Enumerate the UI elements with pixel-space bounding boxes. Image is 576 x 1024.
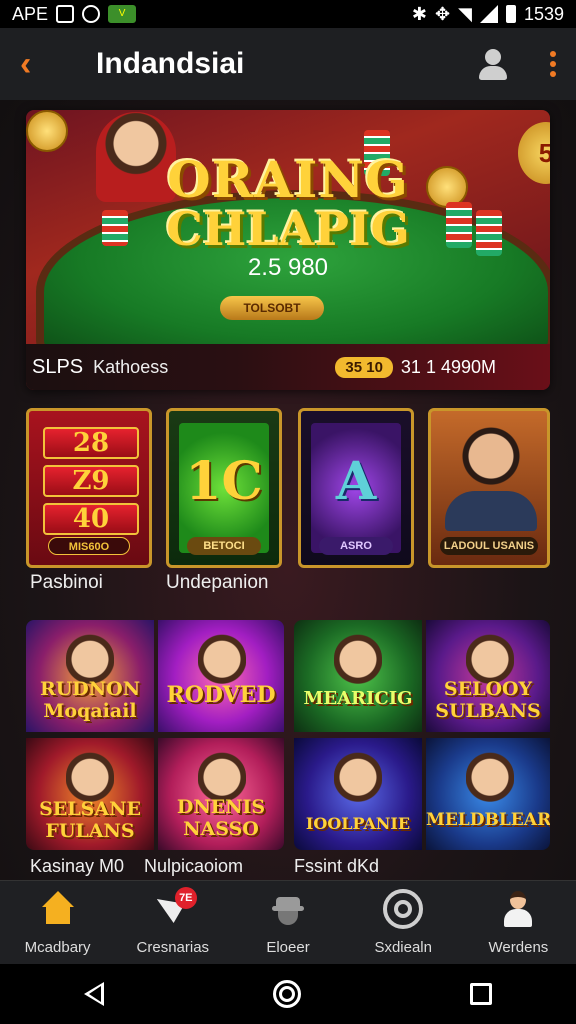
game-tile[interactable]: MELDBLEAR bbox=[426, 738, 550, 850]
carrier-label: APE bbox=[12, 3, 49, 24]
system-home-icon[interactable] bbox=[272, 980, 301, 1008]
tile-title: IOOLPANIE bbox=[305, 814, 411, 833]
image-notification-icon bbox=[56, 5, 75, 23]
tile-title: RUDNON Moqaiail bbox=[39, 678, 141, 722]
hero-footer: SLPS Kathoess 35 10 31 1 4990M bbox=[26, 344, 550, 390]
system-navigation-bar bbox=[0, 964, 576, 1024]
game-tiles-grid: RUDNON Moqaiail RODVED MEARICIG SELOOY S… bbox=[26, 620, 550, 854]
card-button[interactable]: ASRO bbox=[318, 537, 394, 555]
battery-icon bbox=[505, 5, 516, 23]
nav-item-agent[interactable]: Eloeer bbox=[230, 881, 345, 964]
nav-item-profile[interactable]: Werdens bbox=[461, 881, 576, 964]
system-back-icon[interactable] bbox=[84, 982, 105, 1006]
promo-icon: 7E bbox=[153, 887, 197, 929]
card-button[interactable]: MIS60O bbox=[48, 537, 130, 555]
hero-footer-label: SLPS bbox=[32, 355, 84, 378]
nav-label: Cresnarias bbox=[136, 939, 210, 956]
game-card-purple[interactable]: A ASRO bbox=[298, 408, 414, 568]
signal-icon bbox=[479, 5, 498, 23]
nav-item-target[interactable]: Sxdiealn bbox=[346, 881, 461, 964]
app-notification-icon bbox=[82, 5, 101, 23]
vibrate-icon: ✥ bbox=[435, 3, 451, 24]
nav-label: Mcadbary bbox=[24, 939, 91, 956]
nav-label: Eloeer bbox=[266, 939, 310, 956]
notification-badge: 7E bbox=[174, 887, 197, 909]
clock: 1539 bbox=[523, 3, 564, 24]
player-portrait bbox=[459, 425, 523, 499]
card-big-text: A bbox=[335, 451, 377, 512]
card-big-text: 1C bbox=[185, 451, 263, 512]
tile-title: MEARICIG bbox=[303, 688, 413, 709]
game-tile[interactable]: SELOOY SULBANS bbox=[426, 620, 550, 732]
hero-subtitle: CHLAPIG bbox=[166, 202, 410, 256]
game-card-slots[interactable]: 28 Z9 40 MIS60O bbox=[26, 408, 152, 568]
row-label: Pasbinoi bbox=[30, 572, 103, 593]
nav-label: Werdens bbox=[488, 939, 549, 956]
hero-amount: 2.5 980 bbox=[247, 254, 329, 281]
character-art bbox=[466, 752, 514, 808]
status-bar: APE V ✱ ✥ ◥ 1539 bbox=[0, 0, 576, 28]
hero-banner[interactable]: 5 ORAING CHLAPIG 2.5 980 TOLSOBT SLPS Ka… bbox=[26, 110, 550, 390]
user-profile-icon[interactable] bbox=[476, 47, 510, 81]
character-art bbox=[334, 752, 382, 808]
character-art bbox=[334, 634, 382, 690]
tile-group-label: Fssint dKd bbox=[294, 856, 380, 876]
jackpot-value: 31 1 4990M bbox=[400, 356, 496, 377]
game-tile[interactable]: RUDNON Moqaiail bbox=[26, 620, 154, 732]
slot-reel: 28 bbox=[43, 427, 139, 459]
card-button[interactable]: BETOCI bbox=[186, 537, 262, 555]
tile-title: RODVED bbox=[166, 682, 276, 708]
game-tile[interactable]: MEARICIG bbox=[294, 620, 422, 732]
hero-play-button[interactable]: TOLSOBT bbox=[220, 296, 324, 320]
app-header: ‹ Indandsiai bbox=[0, 28, 576, 100]
home-icon bbox=[38, 889, 78, 929]
row-label: Undepanion bbox=[166, 572, 269, 593]
jackpot-badge: 35 10 bbox=[335, 356, 393, 378]
game-tile[interactable]: IOOLPANIE bbox=[294, 738, 422, 850]
hero-title: ORAING bbox=[167, 150, 409, 209]
coin-icon bbox=[26, 110, 68, 152]
bluetooth-icon: ✱ bbox=[411, 3, 428, 24]
game-tile[interactable]: SELSANE FULANS bbox=[26, 738, 154, 850]
slot-reel: 40 bbox=[43, 503, 139, 535]
tile-title: DNENIS NASSO bbox=[176, 796, 266, 840]
game-card-green[interactable]: 1C BETOCI bbox=[166, 408, 282, 568]
game-tile[interactable]: RODVED bbox=[158, 620, 284, 732]
wifi-icon: ◥ bbox=[458, 3, 472, 24]
main-content[interactable]: 5 ORAING CHLAPIG 2.5 980 TOLSOBT SLPS Ka… bbox=[0, 100, 576, 880]
back-arrow-icon[interactable]: ‹ bbox=[20, 45, 60, 84]
tile-title: SELSANE FULANS bbox=[39, 798, 141, 842]
tile-title: MELDBLEAR bbox=[426, 810, 550, 830]
nav-item-promotions[interactable]: 7E Cresnarias bbox=[115, 881, 230, 964]
target-icon bbox=[383, 889, 424, 929]
nav-item-home[interactable]: Mcadbary bbox=[0, 881, 115, 964]
page-title: Indandsiai bbox=[96, 47, 245, 80]
bottom-navigation: Mcadbary 7E Cresnarias Eloeer Sxdiealn W… bbox=[0, 880, 576, 964]
tile-group-label: Nulpicaoiom bbox=[144, 856, 244, 876]
game-tile[interactable]: DNENIS NASSO bbox=[158, 738, 284, 850]
green-app-icon: V bbox=[108, 5, 137, 23]
system-recents-icon[interactable] bbox=[469, 983, 492, 1005]
agent-icon bbox=[268, 889, 308, 929]
featured-games-row: 28 Z9 40 MIS60O 1C BETOCI A ASRO LADOUL … bbox=[26, 408, 550, 568]
tile-group-label: Kasinay M0 bbox=[30, 856, 125, 876]
game-card-player[interactable]: LADOUL USANIS bbox=[428, 408, 550, 568]
person-icon bbox=[498, 889, 538, 929]
overflow-menu-icon[interactable] bbox=[550, 51, 556, 77]
hero-footer-sub: Kathoess bbox=[93, 356, 169, 377]
slot-reel: Z9 bbox=[43, 465, 139, 497]
card-button[interactable]: LADOUL USANIS bbox=[440, 537, 538, 555]
tile-title: SELOOY SULBANS bbox=[435, 678, 541, 722]
nav-label: Sxdiealn bbox=[374, 939, 432, 956]
